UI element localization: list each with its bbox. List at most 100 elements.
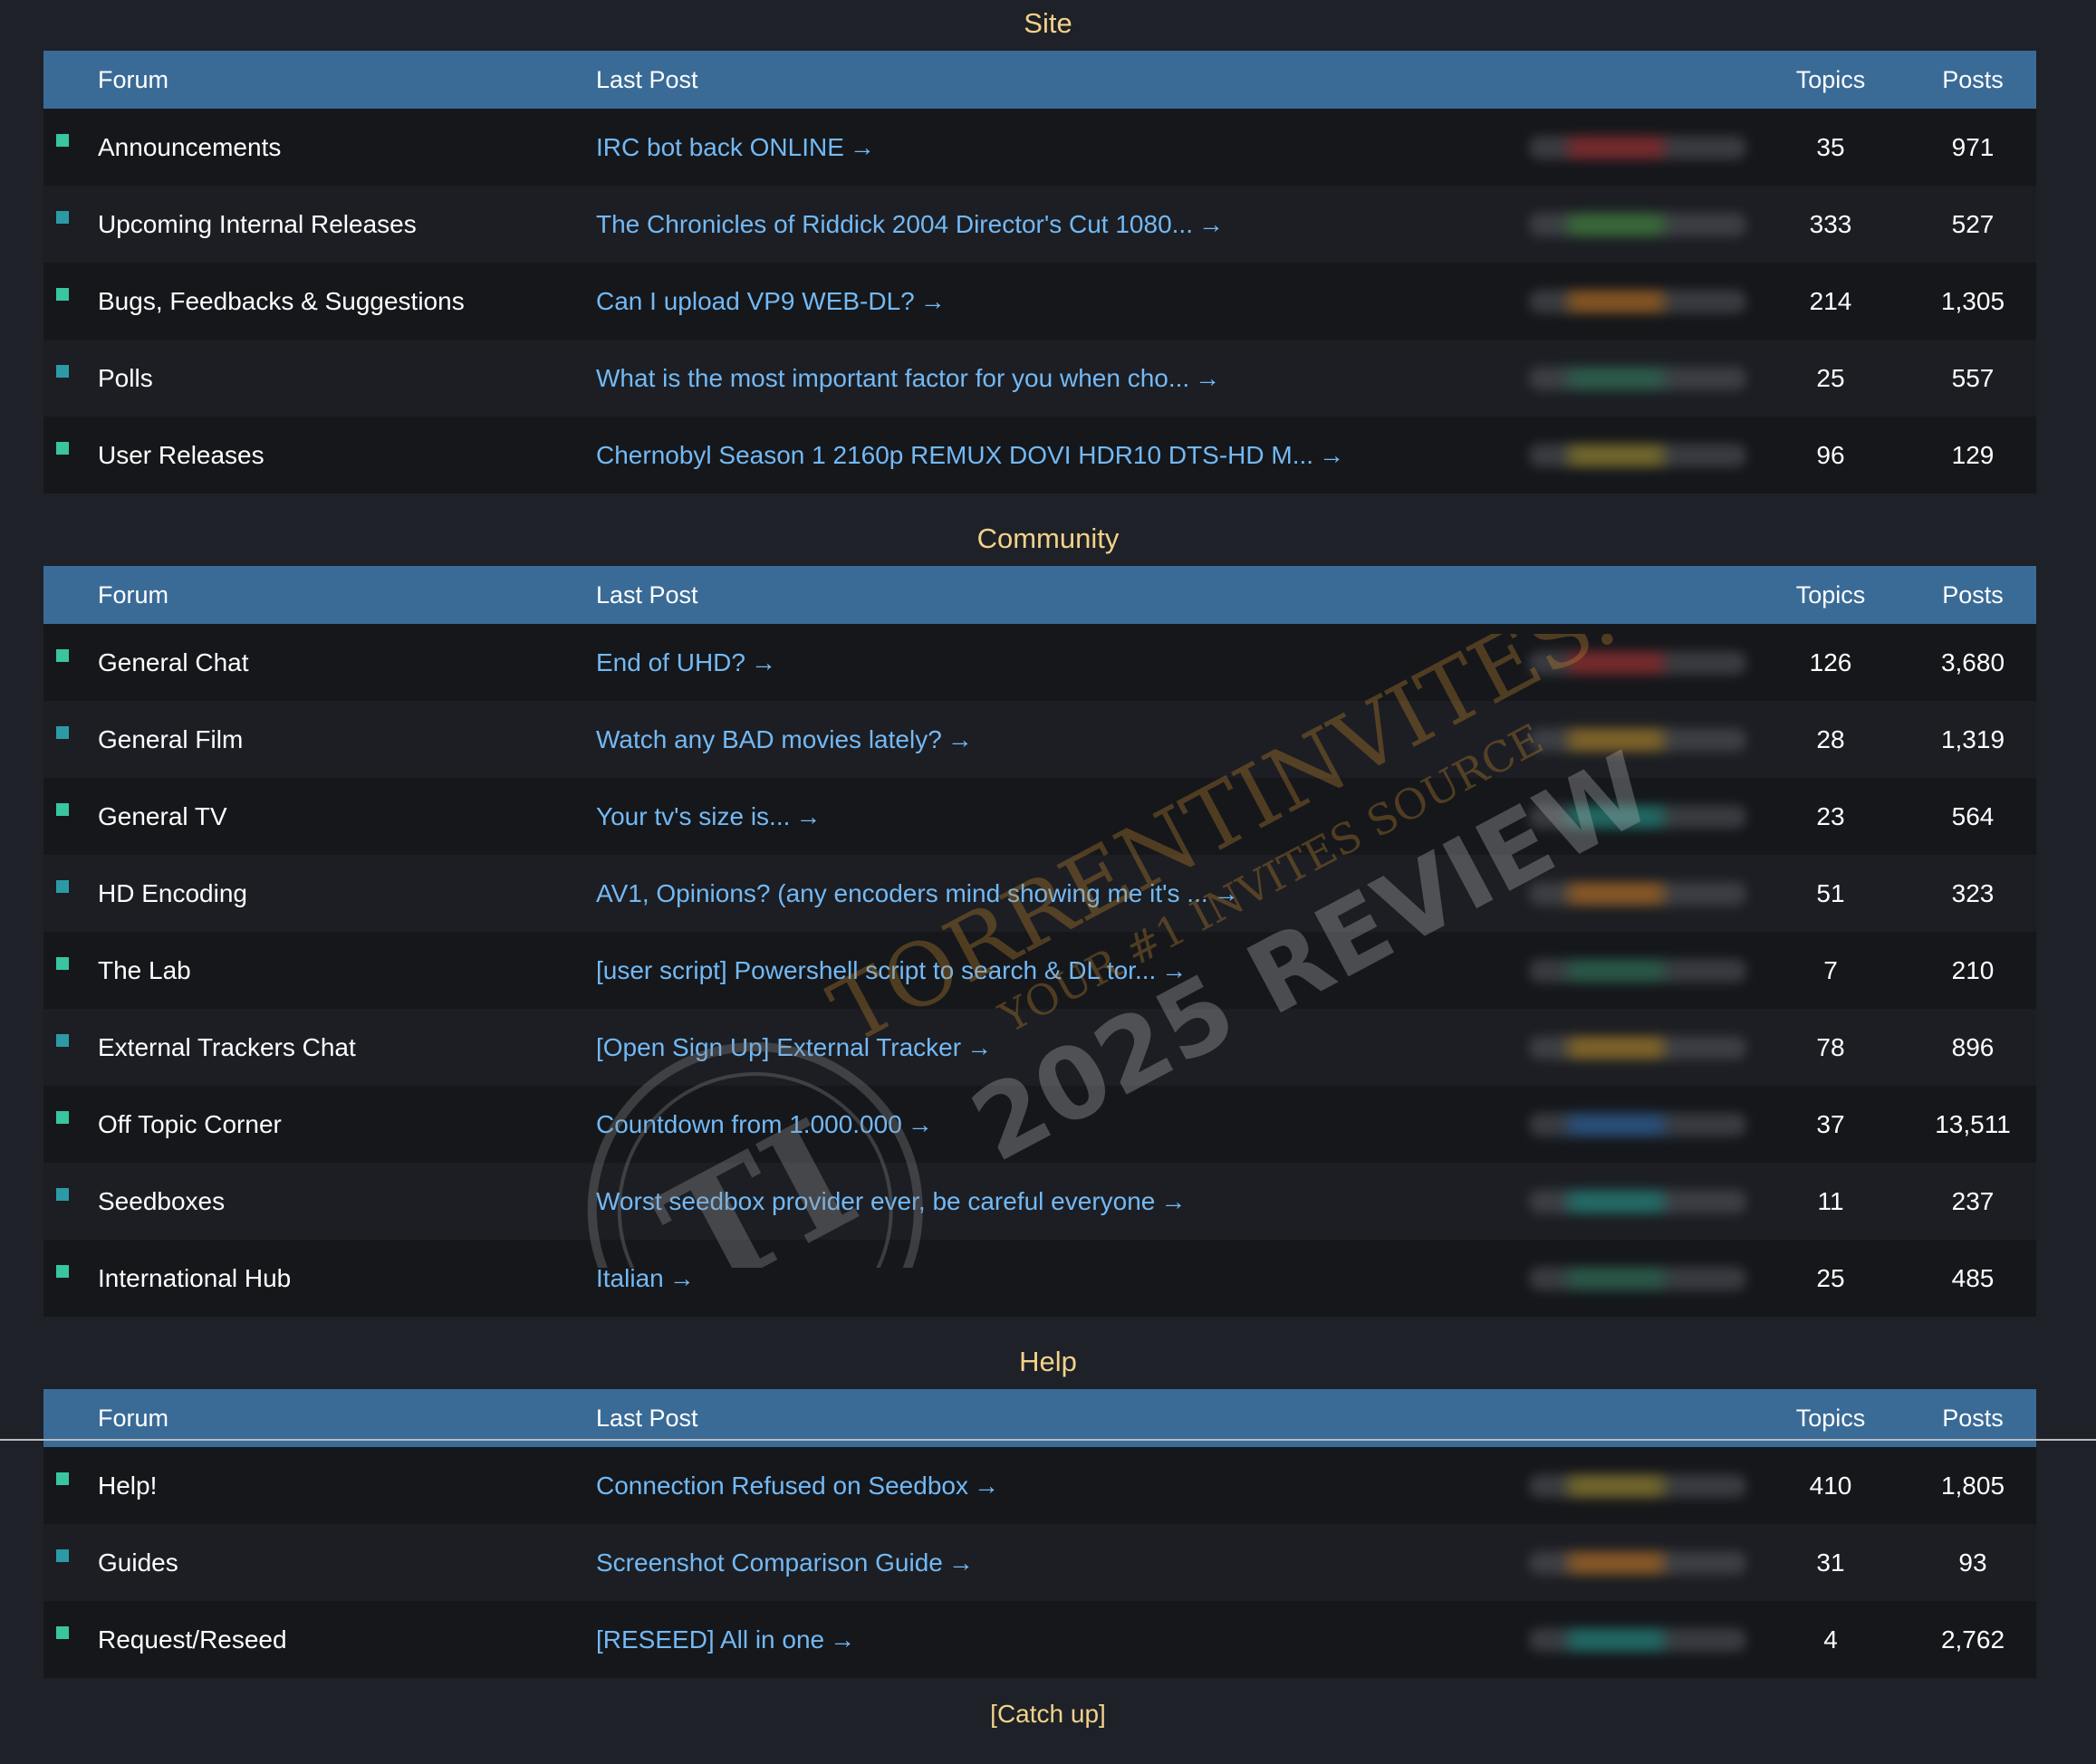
- last-poster-blurred: [1529, 651, 1746, 675]
- last-post-link[interactable]: Your tv's size is... →: [596, 802, 821, 830]
- forum-name-link[interactable]: Bugs, Feedbacks & Suggestions: [98, 287, 465, 316]
- unread-status-icon: [56, 1034, 69, 1047]
- header-posts[interactable]: Posts: [1909, 66, 2036, 94]
- last-post-title: Countdown from 1.000.000: [596, 1109, 902, 1138]
- header-topics[interactable]: Topics: [1772, 66, 1889, 94]
- table-body: Help! Connection Refused on Seedbox → 410 1,…: [43, 1447, 2036, 1678]
- forum-name-link[interactable]: User Releases: [98, 441, 264, 470]
- header-last-post[interactable]: Last Post: [596, 1404, 698, 1433]
- last-post-link[interactable]: The Chronicles of Riddick 2004 Director'…: [596, 210, 1224, 238]
- posts-count: 527: [1951, 209, 1995, 238]
- last-post-link[interactable]: Chernobyl Season 1 2160p REMUX DOVI HDR1…: [596, 441, 1344, 469]
- header-forum[interactable]: Forum: [98, 66, 168, 94]
- unread-status-icon: [56, 803, 69, 816]
- forum-section-community: Community Forum Last Post Topics Posts Genera…: [0, 515, 2096, 1317]
- last-poster-blurred: [1529, 1190, 1746, 1213]
- last-post-title: [Open Sign Up] External Tracker: [596, 1032, 962, 1061]
- forum-name-link[interactable]: Seedboxes: [98, 1187, 225, 1216]
- forum-name-link[interactable]: Guides: [98, 1548, 178, 1577]
- forum-row: Off Topic Corner Countdown from 1.000.000…: [43, 1086, 2036, 1163]
- header-last-post[interactable]: Last Post: [596, 66, 698, 94]
- forum-name-link[interactable]: General TV: [98, 802, 227, 831]
- header-last-post[interactable]: Last Post: [596, 581, 698, 609]
- header-posts[interactable]: Posts: [1909, 1404, 2036, 1433]
- last-poster-blurred: [1529, 959, 1746, 983]
- unread-status-icon: [56, 1626, 69, 1639]
- forum-row: HD Encoding AV1, Opinions? (any encoders …: [43, 855, 2036, 932]
- posts-count: 1,319: [1940, 724, 2005, 753]
- unread-status-icon: [56, 1472, 69, 1485]
- last-post-title: Can I upload VP9 WEB-DL?: [596, 286, 915, 315]
- topics-count: 31: [1816, 1548, 1845, 1577]
- forum-row: Upcoming Internal Releases The Chronicles…: [43, 186, 2036, 263]
- posts-count: 93: [1958, 1548, 1987, 1577]
- forum-row: Guides Screenshot Comparison Guide → 31 93: [43, 1524, 2036, 1601]
- forum-row: International Hub Italian → 25 485: [43, 1240, 2036, 1317]
- last-post-link[interactable]: AV1, Opinions? (any encoders mind showin…: [596, 879, 1239, 907]
- last-post-link[interactable]: Worst seedbox provider ever, be careful …: [596, 1187, 1186, 1215]
- forum-row: User Releases Chernobyl Season 1 2160p RE…: [43, 417, 2036, 494]
- forum-name-link[interactable]: Upcoming Internal Releases: [98, 210, 417, 239]
- unread-status-icon: [56, 442, 69, 455]
- topics-count: 25: [1816, 1263, 1845, 1292]
- last-post-link[interactable]: Italian →: [596, 1264, 695, 1292]
- last-post-link[interactable]: Countdown from 1.000.000 →: [596, 1110, 933, 1138]
- last-post-title: Watch any BAD movies lately?: [596, 724, 942, 753]
- forum-name-link[interactable]: External Trackers Chat: [98, 1033, 356, 1062]
- forum-index: Site Forum Last Post Topics Posts Announcemen…: [0, 0, 2096, 1678]
- forum-name-link[interactable]: General Chat: [98, 648, 249, 677]
- last-post-link[interactable]: End of UHD? →: [596, 648, 776, 676]
- last-poster-blurred: [1529, 728, 1746, 752]
- forum-row: General TV Your tv's size is... → 23 564: [43, 778, 2036, 855]
- last-post-title: Your tv's size is...: [596, 801, 791, 830]
- last-poster-blurred: [1529, 882, 1746, 906]
- forum-row: Announcements IRC bot back ONLINE → 35 971: [43, 109, 2036, 186]
- forum-name-link[interactable]: Announcements: [98, 133, 281, 162]
- last-post-link[interactable]: Connection Refused on Seedbox →: [596, 1472, 999, 1500]
- last-post-link[interactable]: Screenshot Comparison Guide →: [596, 1548, 974, 1577]
- header-forum[interactable]: Forum: [98, 581, 168, 609]
- unread-status-icon: [56, 211, 69, 224]
- last-post-link[interactable]: [Open Sign Up] External Tracker →: [596, 1033, 992, 1061]
- section-title: Site: [1024, 7, 1072, 39]
- unread-status-icon: [56, 1111, 69, 1124]
- forum-name-link[interactable]: HD Encoding: [98, 879, 247, 908]
- last-post-link[interactable]: IRC bot back ONLINE →: [596, 133, 875, 161]
- posts-count: 1,805: [1940, 1471, 2005, 1500]
- last-post-title: Screenshot Comparison Guide: [596, 1548, 943, 1577]
- header-topics[interactable]: Topics: [1772, 581, 1889, 609]
- topics-count: 28: [1816, 724, 1845, 753]
- last-poster-blurred: [1529, 290, 1746, 313]
- last-poster-blurred: [1529, 1474, 1746, 1498]
- arrow-right-icon: →: [1213, 878, 1239, 907]
- last-post-link[interactable]: Can I upload VP9 WEB-DL? →: [596, 287, 946, 315]
- header-forum[interactable]: Forum: [98, 1404, 168, 1433]
- last-post-link[interactable]: Watch any BAD movies lately? →: [596, 725, 973, 753]
- posts-count: 2,762: [1940, 1625, 2005, 1654]
- forum-name-link[interactable]: Off Topic Corner: [98, 1110, 282, 1139]
- last-post-title: Connection Refused on Seedbox: [596, 1471, 968, 1500]
- arrow-right-icon: →: [947, 724, 973, 753]
- forum-name-link[interactable]: International Hub: [98, 1264, 291, 1293]
- last-post-title: Italian: [596, 1263, 664, 1292]
- unread-status-icon: [56, 1549, 69, 1562]
- header-posts[interactable]: Posts: [1909, 581, 2036, 609]
- last-post-link[interactable]: What is the most important factor for yo…: [596, 364, 1220, 392]
- forum-row: General Film Watch any BAD movies lately?…: [43, 701, 2036, 778]
- last-poster-blurred: [1529, 367, 1746, 390]
- forum-name-link[interactable]: Help!: [98, 1472, 157, 1500]
- last-poster-blurred: [1529, 1628, 1746, 1652]
- forum-name-link[interactable]: Polls: [98, 364, 153, 393]
- topics-count: 4: [1823, 1625, 1838, 1654]
- last-post-link[interactable]: [user script] Powershell script to searc…: [596, 956, 1187, 984]
- forum-name-link[interactable]: General Film: [98, 725, 243, 754]
- forum-name-link[interactable]: Request/Reseed: [98, 1625, 287, 1654]
- section-title: Community: [976, 522, 1120, 554]
- unread-status-icon: [56, 365, 69, 378]
- forum-name-link[interactable]: The Lab: [98, 956, 191, 985]
- arrow-right-icon: →: [795, 801, 822, 830]
- forum-row: External Trackers Chat [Open Sign Up] Ext…: [43, 1009, 2036, 1086]
- header-topics[interactable]: Topics: [1772, 1404, 1889, 1433]
- catch-up-link[interactable]: [Catch up]: [0, 1700, 2096, 1729]
- last-post-link[interactable]: [RESEED] All in one →: [596, 1625, 855, 1654]
